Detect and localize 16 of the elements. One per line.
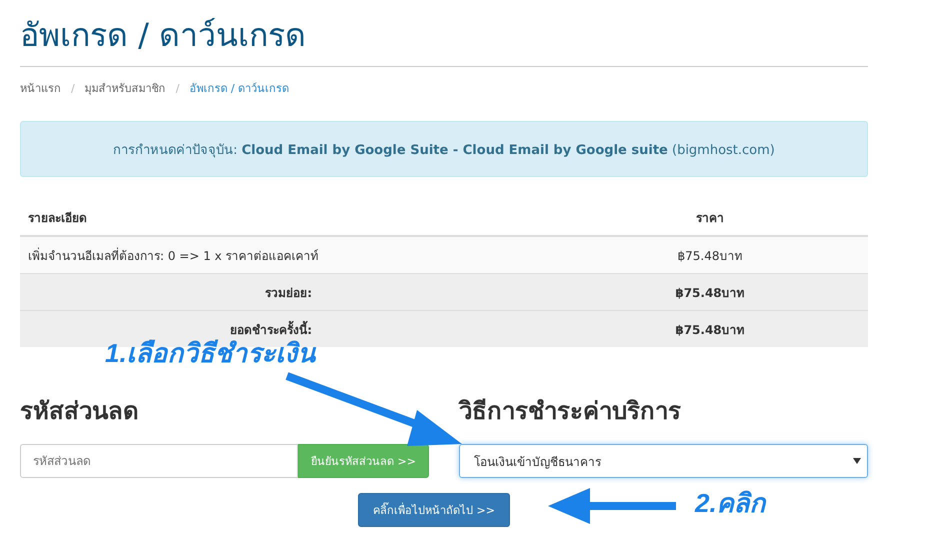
- annotation-label: 2.คลิก: [695, 487, 766, 520]
- breadcrumb-link[interactable]: มุมสำหรับสมาชิก: [84, 79, 166, 97]
- promo-code-field[interactable]: รหัสส่วนลด: [20, 444, 298, 478]
- caret-icon: [853, 458, 861, 464]
- table-cell: ฿75.48บาท: [552, 310, 868, 347]
- breadcrumb-separator: /: [71, 82, 75, 94]
- breadcrumb-link[interactable]: อัพเกรด / ดาว์นเกรด: [189, 79, 290, 97]
- section-heading: รหัสส่วนลด: [20, 396, 140, 427]
- page-title: อัพเกรด / ดาว์นเกรด: [20, 0, 868, 67]
- info-alert: การกำหนดค่าปัจจุบัน: Cloud Email by Google Suite - Cloud Email by Google suite (bigmhost.com): [20, 121, 868, 177]
- payment-method-select[interactable]: โอนเงินเข้าบัญชีธนาคาร: [459, 444, 868, 478]
- breadcrumb-link[interactable]: หน้าแรก: [20, 79, 61, 97]
- next-page-button[interactable]: คลิ๊กเพื่อไปหน้าถัดไป >>: [358, 493, 510, 527]
- section-heading: วิธีการชำระค่าบริการ: [459, 396, 682, 427]
- arrow-icon: [548, 486, 676, 526]
- breadcrumb-separator: /: [176, 82, 180, 94]
